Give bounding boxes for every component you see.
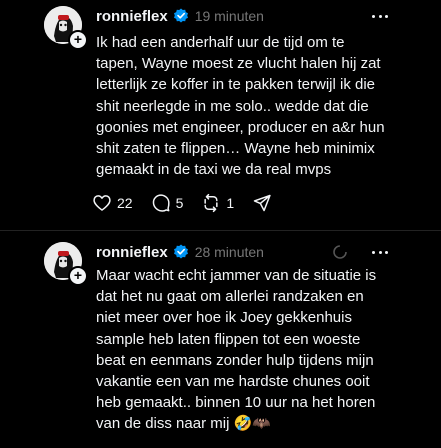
like-count: 22	[117, 195, 133, 211]
avatar[interactable]: +	[44, 6, 88, 50]
like-button[interactable]: 22	[92, 193, 133, 213]
repost-count: 1	[226, 195, 235, 211]
share-icon	[253, 194, 271, 212]
username[interactable]: ronnieflex	[96, 8, 168, 25]
verified-badge-icon	[173, 244, 188, 259]
post-text: Ik had een anderhalf uur de tijd om te t…	[96, 34, 385, 179]
share-button[interactable]	[252, 193, 272, 213]
reply-button[interactable]: 5	[151, 193, 184, 213]
thread-post: + ronnieflex 19 minuten Ik had een ander…	[0, 0, 441, 230]
username[interactable]: ronnieflex	[96, 244, 168, 261]
post-timestamp: 19 minuten	[194, 8, 264, 24]
more-options-icon[interactable]	[372, 247, 388, 257]
repost-icon	[204, 193, 218, 213]
post-text: Maar wacht echt jammer van de situatie i…	[96, 267, 377, 433]
post-actions: 22 5 1	[92, 191, 290, 215]
loading-spinner-icon	[333, 245, 347, 259]
reply-count: 5	[175, 195, 184, 211]
repost-button[interactable]: 1	[201, 193, 234, 213]
heart-icon	[93, 195, 111, 211]
follow-plus-icon[interactable]: +	[68, 266, 88, 286]
post-header: ronnieflex 19 minuten	[96, 6, 264, 26]
more-options-icon[interactable]	[372, 11, 388, 21]
thread-post: + ronnieflex 28 minuten Maar wacht echt …	[0, 231, 441, 448]
post-header: ronnieflex 28 minuten	[96, 242, 264, 262]
verified-badge-icon	[173, 8, 188, 23]
comment-icon	[152, 194, 170, 212]
avatar[interactable]: +	[44, 242, 88, 286]
follow-plus-icon[interactable]: +	[68, 30, 88, 50]
post-timestamp: 28 minuten	[194, 244, 264, 260]
